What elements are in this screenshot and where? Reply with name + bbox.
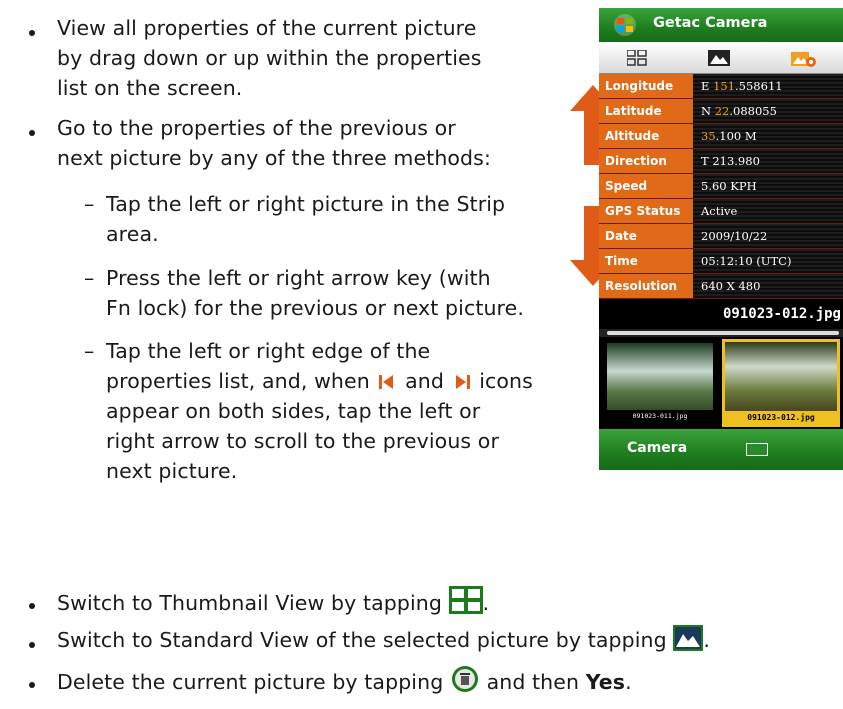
property-key: Longitude — [599, 74, 693, 98]
text-line: Tap the left or right picture in the Str… — [106, 192, 506, 216]
title-bar: Getac Camera — [599, 8, 843, 42]
phone-screenshot: Getac Camera Longitude E 151.558611 Latitu… — [599, 8, 843, 470]
windows-start-icon[interactable] — [613, 14, 637, 36]
picture-strip: 091023-011.jpg 091023-012.jpg — [599, 337, 843, 429]
property-row: Altitude 35.100 M — [599, 124, 843, 149]
property-value: 5.60 KPH — [701, 179, 757, 193]
tab-properties-view[interactable] — [761, 42, 842, 74]
tab-thumbnail-view[interactable] — [599, 42, 680, 74]
text-fragment: and — [405, 369, 444, 393]
bullet-dot — [29, 603, 35, 609]
subitem-press-arrow: Press the left or right arrow key (with … — [106, 263, 524, 323]
view-tabs — [599, 42, 843, 74]
property-value: E 151.558611 — [701, 79, 783, 93]
text-fragment: Switch to Standard View of the selected … — [57, 628, 667, 652]
tab-standard-view[interactable] — [680, 42, 761, 74]
paragraph-thumbnail-view: Switch to Thumbnail View by tapping . — [57, 586, 489, 618]
property-key: Time — [599, 249, 693, 273]
previous-arrow-icon — [379, 375, 394, 389]
scrollbar-thumb[interactable] — [607, 331, 839, 335]
subitem-tap-strip: Tap the left or right picture in the Str… — [106, 189, 505, 249]
property-key: Altitude — [599, 124, 693, 148]
property-value: Active — [701, 204, 738, 218]
thumbnail-view-icon — [627, 50, 647, 66]
text-fragment: and then — [486, 670, 580, 694]
text-fragment: properties list, and, when — [106, 369, 370, 393]
standard-view-icon — [673, 625, 704, 651]
current-filename: 091023-012.jpg — [599, 299, 843, 329]
subitem-tap-edge: Tap the left or right edge of the proper… — [106, 336, 533, 486]
thumbnail-caption: 091023-012.jpg — [725, 411, 837, 424]
property-key: Latitude — [599, 99, 693, 123]
paragraph-standard-view: Switch to Standard View of the selected … — [57, 625, 710, 655]
dash-marker: – — [84, 192, 95, 216]
property-row: Speed 5.60 KPH — [599, 174, 843, 199]
text-line: next picture by any of the three methods… — [57, 146, 491, 170]
keyboard-icon[interactable] — [746, 443, 768, 456]
property-value: 640 X 480 — [701, 279, 761, 293]
property-key: Date — [599, 224, 693, 248]
text-line: list on the screen. — [57, 76, 243, 100]
property-row: Direction T 213.980 — [599, 149, 843, 174]
paragraph-view-properties: View all properties of the current pictu… — [57, 13, 482, 103]
text-line: Press the left or right arrow key (with — [106, 266, 491, 290]
strip-thumbnail-previous[interactable]: 091023-011.jpg — [607, 343, 713, 423]
text-line: properties list, and, when and icons — [106, 366, 533, 396]
property-key: GPS Status — [599, 199, 693, 223]
text-fragment: Switch to Thumbnail View by tapping — [57, 591, 442, 615]
property-row: GPS Status Active — [599, 199, 843, 224]
dash-marker: – — [84, 339, 95, 363]
text-line: appear on both sides, tap the left or — [106, 399, 481, 423]
bold-yes: Yes — [585, 670, 626, 694]
property-row: Longitude E 151.558611 — [599, 74, 843, 99]
property-value: 2009/10/22 — [701, 229, 768, 243]
bullet-dot — [29, 682, 35, 688]
strip-scrollbar[interactable] — [599, 329, 843, 337]
property-value: T 213.980 — [701, 154, 760, 168]
camera-softkey[interactable]: Camera — [627, 440, 687, 456]
properties-list[interactable]: Longitude E 151.558611 Latitude N 22.088055… — [599, 74, 843, 299]
app-title: Getac Camera — [653, 15, 768, 31]
text-line: next picture. — [106, 459, 238, 483]
property-row: Date 2009/10/22 — [599, 224, 843, 249]
property-row: Latitude N 22.088055 — [599, 99, 843, 124]
property-row: Resolution 640 X 480 — [599, 274, 843, 299]
paragraph-go-to-properties: Go to the properties of the previous or … — [57, 113, 491, 173]
property-key: Resolution — [599, 274, 693, 298]
next-arrow-icon — [455, 375, 470, 389]
bottom-softkey-bar: Camera — [599, 429, 843, 470]
thumbnail-view-icon — [448, 586, 483, 614]
bullet-dot — [29, 642, 35, 648]
text-line: Tap the left or right edge of the — [106, 339, 431, 363]
property-key: Speed — [599, 174, 693, 198]
bullet-dot — [29, 130, 35, 136]
text-line: View all properties of the current pictu… — [57, 16, 477, 40]
thumbnail-caption: 091023-011.jpg — [607, 410, 713, 423]
properties-view-icon — [791, 52, 816, 67]
text-line: area. — [106, 222, 159, 246]
standard-view-icon — [708, 50, 730, 66]
property-row: Time 05:12:10 (UTC) — [599, 249, 843, 274]
text-line: Go to the properties of the previous or — [57, 116, 456, 140]
trash-icon — [451, 666, 478, 692]
paragraph-delete-picture: Delete the current picture by tapping an… — [57, 665, 632, 697]
text-line: by drag down or up within the properties — [57, 46, 482, 70]
bullet-dot — [29, 30, 35, 36]
text-line: Fn lock) for the previous or next pictur… — [106, 296, 524, 320]
property-value: 05:12:10 (UTC) — [701, 254, 792, 268]
property-value: N 22.088055 — [701, 104, 777, 118]
text-fragment: Delete the current picture by tapping — [57, 670, 444, 694]
text-fragment: icons — [479, 369, 533, 393]
property-value: 35.100 M — [701, 129, 757, 143]
dash-marker: – — [84, 266, 95, 290]
property-key: Direction — [599, 149, 693, 173]
strip-thumbnail-selected[interactable]: 091023-012.jpg — [722, 339, 840, 427]
text-line: right arrow to scroll to the previous or — [106, 429, 499, 453]
